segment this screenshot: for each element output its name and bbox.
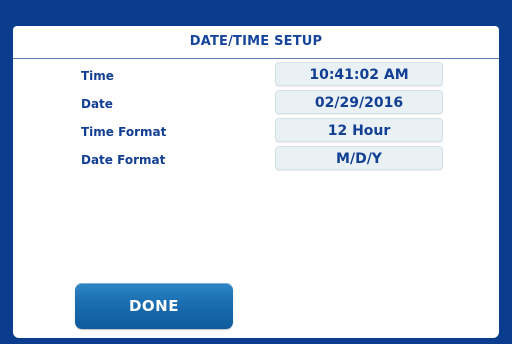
date-label: Date [81, 97, 113, 111]
time-value-field[interactable]: 10:41:02 AM [275, 62, 443, 86]
settings-panel: DATE/TIME SETUP Time 10:41:02 AM Date 02… [13, 26, 499, 338]
time-format-field[interactable]: 12 Hour [275, 118, 443, 142]
page-title: DATE/TIME SETUP [189, 34, 323, 49]
device-frame: DATE/TIME SETUP Time 10:41:02 AM Date 02… [0, 0, 512, 344]
time-label: Time [81, 69, 114, 83]
date-format-label: Date Format [81, 153, 166, 167]
time-format-label: Time Format [81, 125, 167, 139]
title-bar: DATE/TIME SETUP [13, 26, 499, 59]
date-format-field[interactable]: M/D/Y [275, 146, 443, 170]
date-value-field[interactable]: 02/29/2016 [275, 90, 443, 114]
done-button[interactable]: DONE [75, 283, 233, 329]
